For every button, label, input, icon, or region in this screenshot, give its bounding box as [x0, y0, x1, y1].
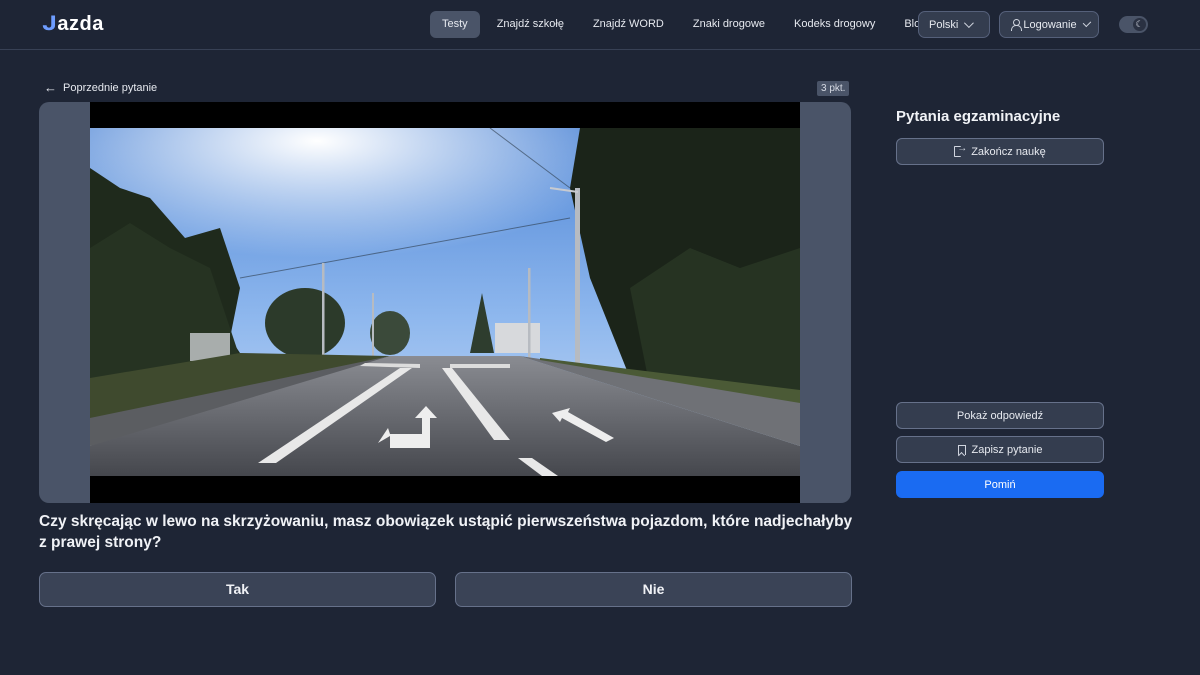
skip-label: Pomiń	[984, 478, 1016, 491]
arrow-left-icon: ←	[44, 80, 57, 95]
question-media-frame	[39, 102, 851, 503]
login-dropdown[interactable]: Logowanie	[999, 11, 1099, 38]
answer-no-button[interactable]: Nie	[455, 572, 852, 607]
previous-question-label: Poprzednie pytanie	[63, 81, 158, 94]
end-learning-button[interactable]: Zakończ naukę	[896, 138, 1104, 165]
save-question-label: Zapisz pytanie	[971, 443, 1043, 456]
save-question-button[interactable]: Zapisz pytanie	[896, 436, 1104, 463]
nav-item-road-signs[interactable]: Znaki drogowe	[681, 11, 777, 38]
logo[interactable]: ᒍazda	[42, 11, 104, 36]
login-label: Logowanie	[1023, 18, 1077, 31]
nav-item-traffic-code[interactable]: Kodeks drogowy	[782, 11, 887, 38]
language-label: Polski	[929, 18, 959, 31]
previous-question-link[interactable]: ← Poprzednie pytanie	[44, 81, 157, 94]
points-badge: 3 pkt.	[817, 81, 850, 96]
theme-toggle[interactable]: ☾	[1119, 16, 1148, 33]
user-icon	[1010, 19, 1023, 31]
answer-yes-button[interactable]: Tak	[39, 572, 436, 607]
moon-icon: ☾	[1133, 18, 1146, 31]
exit-icon	[954, 143, 967, 157]
show-answer-button[interactable]: Pokaż odpowiedź	[896, 402, 1104, 429]
nav-item-testy[interactable]: Testy	[430, 11, 480, 38]
skip-button[interactable]: Pomiń	[896, 471, 1104, 498]
main-nav: Testy Znajdź szkołę Znajdź WORD Znaki dr…	[430, 11, 943, 38]
question-video[interactable]	[90, 102, 800, 503]
bookmark-icon	[957, 444, 966, 455]
road-scene-image	[90, 128, 800, 476]
show-answer-label: Pokaż odpowiedź	[956, 409, 1044, 422]
sidebar-title: Pytania egzaminacyjne	[896, 108, 1061, 125]
nav-item-find-word[interactable]: Znajdź WORD	[581, 11, 676, 38]
chevron-down-icon	[964, 18, 975, 29]
nav-item-find-school[interactable]: Znajdź szkołę	[485, 11, 576, 38]
chevron-down-icon	[1082, 18, 1092, 28]
top-header: ᒍazda Testy Znajdź szkołę Znajdź WORD Zn…	[0, 0, 1200, 50]
end-learning-label: Zakończ naukę	[971, 145, 1046, 158]
question-text: Czy skręcając w lewo na skrzyżowaniu, ma…	[39, 513, 853, 551]
language-dropdown[interactable]: Polski	[918, 11, 990, 38]
